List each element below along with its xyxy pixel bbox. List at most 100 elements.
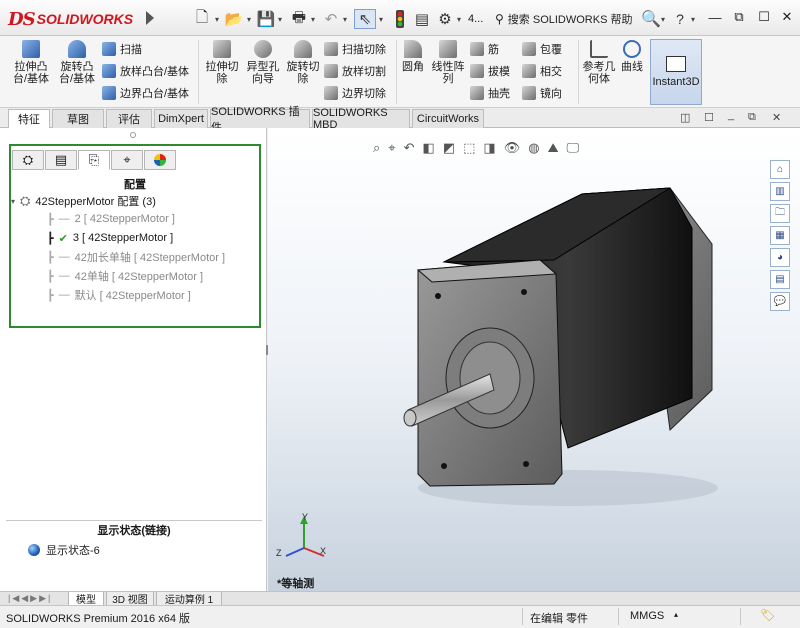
- display-style-icon[interactable]: ◨: [483, 140, 495, 156]
- fillet-button[interactable]: 圆角: [400, 40, 426, 73]
- minimize-icon[interactable]: —: [706, 8, 724, 26]
- config-root[interactable]: ▾ ⛭ 42StepperMotor 配置 (3): [11, 192, 156, 210]
- tab-evaluate[interactable]: 评估: [106, 109, 152, 128]
- loft-boss-button[interactable]: 放样凸台/基体: [102, 62, 189, 80]
- hide-show-items-icon[interactable]: 👁: [504, 140, 521, 156]
- display-manager-tab-icon[interactable]: [144, 150, 176, 170]
- help-dropdown-icon[interactable]: ▾: [689, 9, 697, 29]
- print-dropdown-icon[interactable]: ▾: [309, 9, 317, 29]
- boundary-boss-button[interactable]: 边界凸台/基体: [102, 84, 189, 102]
- options-gear-icon[interactable]: ⚙: [435, 9, 455, 29]
- shell-button[interactable]: 抽壳: [470, 84, 510, 102]
- config-item[interactable]: ┣ — 2 [ 42StepperMotor ]: [47, 210, 175, 228]
- help-search[interactable]: ⚲ 搜索 SOLIDWORKS 帮助: [495, 9, 635, 29]
- tab-sketch[interactable]: 草图: [52, 109, 104, 128]
- tab-features[interactable]: 特征: [8, 109, 50, 128]
- select-dropdown-icon[interactable]: ▾: [377, 9, 385, 29]
- lofted-cut-button[interactable]: 放样切割: [324, 62, 386, 80]
- panel-restore-icon[interactable]: ◫: [680, 111, 690, 124]
- new-dropdown-icon[interactable]: ▾: [213, 9, 221, 29]
- undo-dropdown-icon[interactable]: ▾: [341, 9, 349, 29]
- tab-model[interactable]: 模型: [68, 592, 104, 606]
- tab-scroll-arrows-icon[interactable]: |◀◀▶▶|: [8, 593, 52, 604]
- hole-wizard-button[interactable]: 异型孔 向导: [244, 40, 282, 85]
- property-manager-tab-icon[interactable]: ▤: [45, 150, 77, 170]
- wrap-button[interactable]: 包覆: [522, 40, 562, 58]
- view-palette-icon[interactable]: ▦: [770, 226, 790, 245]
- draft-button[interactable]: 拔模: [470, 62, 510, 80]
- config-item[interactable]: ┣ ✔ 3 [ 42StepperMotor ]: [47, 229, 173, 247]
- file-explorer-icon[interactable]: 🗀: [770, 204, 790, 223]
- rebuild-traffic-light-icon[interactable]: [390, 9, 410, 29]
- solidworks-forum-icon[interactable]: 💬: [770, 292, 790, 311]
- zoom-to-fit-icon[interactable]: ⌕: [373, 140, 380, 156]
- revolved-boss-button[interactable]: 旋转凸 台/基体: [56, 40, 98, 85]
- dimxpert-manager-tab-icon[interactable]: ⌖: [111, 150, 143, 170]
- feature-manager-tab-icon[interactable]: ⛭: [12, 150, 44, 170]
- tab-circuitworks[interactable]: CircuitWorks: [412, 109, 484, 128]
- restore-icon[interactable]: ⧉: [730, 8, 748, 26]
- extruded-boss-button[interactable]: 拉伸凸 台/基体: [10, 40, 52, 85]
- panel-splitter-handle[interactable]: [130, 132, 136, 138]
- collapse-arrow-icon[interactable]: ▾: [11, 197, 15, 206]
- tab-motion-study[interactable]: 运动算例 1: [156, 592, 222, 606]
- view-settings-icon[interactable]: 🖵: [566, 140, 579, 156]
- panel-tile-icon[interactable]: ☐: [704, 111, 714, 124]
- menu-expand-arrow-icon[interactable]: [146, 11, 154, 25]
- section-view-icon[interactable]: ◧: [423, 140, 435, 156]
- print-icon[interactable]: 🖶: [288, 9, 310, 29]
- linear-pattern-button[interactable]: 线性阵 列: [430, 40, 466, 85]
- config-item[interactable]: ┣ — 42加长单轴 [ 42StepperMotor ]: [47, 248, 225, 266]
- swept-cut-button[interactable]: 扫描切除: [324, 40, 386, 58]
- doc-restore-icon[interactable]: ⧉: [748, 111, 756, 124]
- rib-button[interactable]: 筋: [470, 40, 499, 58]
- custom-properties-icon[interactable]: ▤: [770, 270, 790, 289]
- config-item[interactable]: ┣ — 42单轴 [ 42StepperMotor ]: [47, 267, 203, 285]
- tag-icon[interactable]: 🏷: [760, 608, 775, 622]
- save-dropdown-icon[interactable]: ▾: [276, 9, 284, 29]
- display-state-row[interactable]: 显示状态-6: [28, 542, 100, 558]
- previous-view-icon[interactable]: ↶: [404, 140, 415, 156]
- save-icon[interactable]: 💾: [255, 9, 277, 29]
- appearances-icon[interactable]: ◕: [770, 248, 790, 267]
- apply-scene-icon[interactable]: ⛰: [548, 140, 559, 156]
- recent-documents-count[interactable]: 4...: [468, 13, 483, 25]
- new-document-icon[interactable]: 🗋: [190, 9, 214, 29]
- maximize-icon[interactable]: ☐: [755, 8, 773, 26]
- design-library-icon[interactable]: ▥: [770, 182, 790, 201]
- instant3d-button[interactable]: Instant3D: [650, 39, 702, 105]
- options-dropdown-icon[interactable]: ▾: [455, 9, 463, 29]
- configuration-manager-tab-icon[interactable]: ⎘: [78, 150, 110, 170]
- reference-geometry-button[interactable]: 参考几 何体: [582, 40, 616, 85]
- open-folder-icon[interactable]: 📂: [222, 9, 246, 29]
- help-question-icon[interactable]: ?: [672, 9, 688, 29]
- config-item[interactable]: ┣ — 默认 [ 42StepperMotor ]: [47, 286, 191, 304]
- close-icon[interactable]: ✕: [778, 8, 796, 26]
- search-dropdown-icon[interactable]: ▾: [659, 9, 667, 29]
- revolved-cut-button[interactable]: 旋转切 除: [284, 40, 322, 85]
- units-dropdown-icon[interactable]: ▴: [674, 610, 678, 619]
- tab-3d-view[interactable]: 3D 视图: [106, 592, 154, 606]
- doc-minimize-icon[interactable]: _: [728, 109, 734, 121]
- mirror-button[interactable]: 镜向: [522, 84, 562, 102]
- edit-appearance-icon[interactable]: ◍: [528, 140, 539, 156]
- tab-dimxpert[interactable]: DimXpert: [154, 109, 208, 128]
- file-properties-icon[interactable]: ▤: [412, 9, 432, 29]
- select-pointer-icon[interactable]: ⇖: [354, 9, 376, 29]
- dynamic-annotation-icon[interactable]: ◩: [443, 140, 455, 156]
- boundary-cut-button[interactable]: 边界切除: [324, 84, 386, 102]
- extruded-cut-button[interactable]: 拉伸切 除: [203, 40, 241, 85]
- tab-solidworks-addins[interactable]: SOLIDWORKS 插件: [210, 106, 310, 134]
- tab-solidworks-mbd[interactable]: SOLIDWORKS MBD: [312, 107, 410, 131]
- undo-icon[interactable]: ↶: [320, 9, 342, 29]
- zoom-to-area-icon[interactable]: ⌖: [388, 140, 395, 156]
- intersect-button[interactable]: 相交: [522, 62, 562, 80]
- doc-close-icon[interactable]: ✕: [772, 111, 781, 124]
- sweep-button[interactable]: 扫描: [102, 40, 142, 58]
- curves-button[interactable]: 曲线: [618, 40, 646, 73]
- unit-system[interactable]: MMGS: [630, 610, 664, 622]
- home-icon[interactable]: ⌂: [770, 160, 790, 179]
- view-orientation-icon[interactable]: ⬚: [463, 140, 475, 156]
- graphics-area[interactable]: Y X Z: [268, 128, 800, 591]
- stepper-motor-model[interactable]: [268, 128, 800, 591]
